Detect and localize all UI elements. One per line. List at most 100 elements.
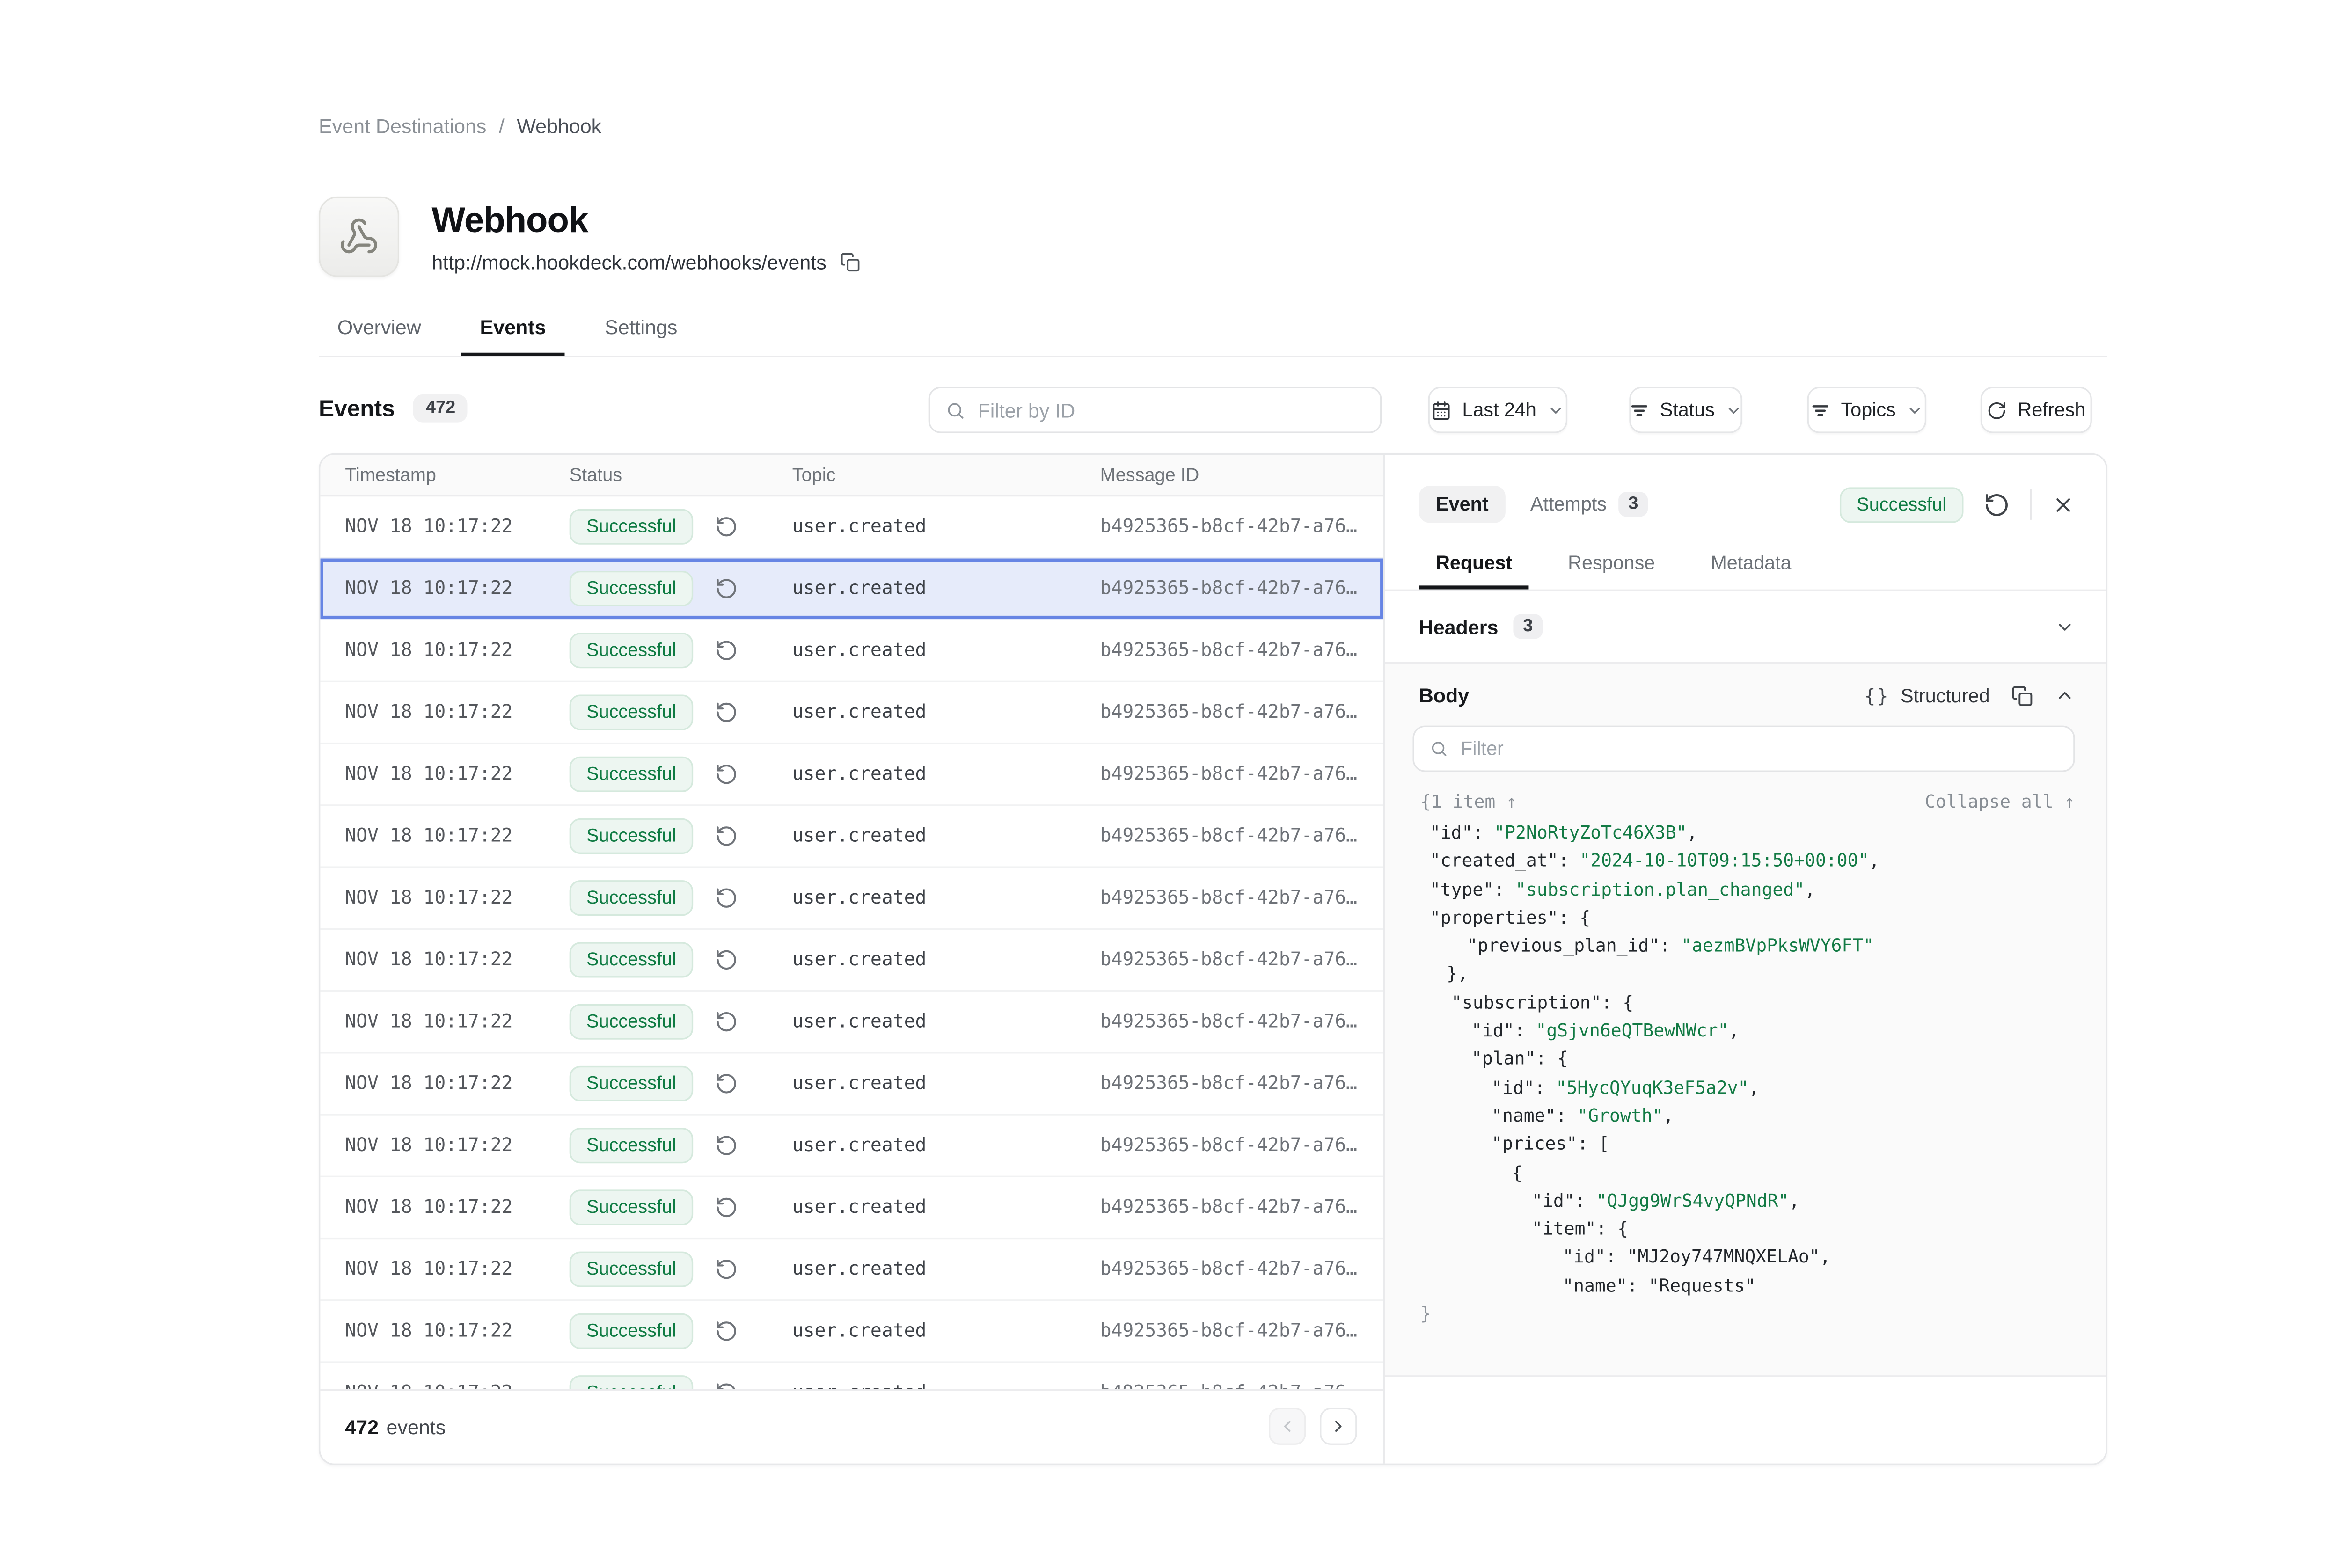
table-row[interactable]: NOV 18 10:17:22Successfuluser.createdb49… — [320, 620, 1383, 682]
copy-url-icon[interactable] — [840, 252, 860, 272]
json-line: "id": "gSjvn6eQTBewNWcr", — [1385, 1016, 2106, 1044]
retry-icon[interactable] — [715, 1009, 740, 1034]
search-input[interactable] — [978, 398, 1365, 422]
json-line: "previous_plan_id": "aezmBVpPksWVY6FT" — [1385, 932, 2106, 960]
row-timestamp: NOV 18 10:17:22 — [345, 1258, 569, 1280]
breadcrumb-event-destinations[interactable]: Event Destinations — [319, 115, 486, 138]
retry-icon[interactable] — [715, 762, 740, 787]
table-row[interactable]: NOV 18 10:17:22Successfuluser.createdb49… — [320, 496, 1383, 558]
body-filter-input[interactable] — [1461, 738, 2058, 759]
column-status: Status — [570, 464, 792, 486]
row-timestamp: NOV 18 10:17:22 — [345, 949, 569, 970]
collapse-body-chevron-up-icon[interactable] — [2055, 686, 2075, 706]
status-filter-label: Status — [1660, 399, 1715, 421]
refresh-icon — [1987, 400, 2007, 420]
refresh-button[interactable]: Refresh — [1981, 387, 2092, 433]
row-timestamp: NOV 18 10:17:22 — [345, 825, 569, 847]
destination-url: http://mock.hookdeck.com/webhooks/events — [431, 251, 826, 274]
row-topic: user.created — [792, 1011, 1100, 1032]
tab-overview[interactable]: Overview — [319, 302, 439, 356]
row-timestamp: NOV 18 10:17:22 — [345, 640, 569, 661]
retry-icon[interactable] — [715, 824, 740, 848]
tab-metadata[interactable]: Metadata — [1694, 543, 1808, 589]
retry-icon[interactable] — [715, 700, 740, 725]
collapse-all-button[interactable]: Collapse all ↑ — [1925, 790, 2075, 812]
retry-icon[interactable] — [715, 1257, 740, 1282]
row-topic: user.created — [792, 763, 1100, 785]
row-timestamp: NOV 18 10:17:22 — [345, 578, 569, 599]
row-status-badge: Successful — [570, 1313, 694, 1349]
body-filter-search[interactable] — [1412, 726, 2075, 772]
status-filter-button[interactable]: Status — [1629, 387, 1742, 433]
retry-icon[interactable] — [715, 1381, 740, 1389]
retry-icon[interactable] — [715, 638, 740, 663]
json-body-viewer[interactable]: "id": "P2NoRtyZoTc46X3B","created_at": "… — [1385, 818, 2106, 1328]
row-status-badge: Successful — [570, 757, 694, 792]
table-row[interactable]: NOV 18 10:17:22Successfuluser.createdb49… — [320, 1363, 1383, 1389]
row-message-id: b4925365-b8cf-42b7-a76… — [1100, 701, 1383, 723]
refresh-label: Refresh — [2018, 399, 2086, 421]
row-topic: user.created — [792, 1382, 1100, 1389]
tab-request[interactable]: Request — [1419, 543, 1529, 589]
row-message-id: b4925365-b8cf-42b7-a76… — [1100, 516, 1383, 537]
table-row[interactable]: NOV 18 10:17:22Successfuluser.createdb49… — [320, 1301, 1383, 1363]
row-topic: user.created — [792, 516, 1100, 537]
breadcrumb: Event Destinations / Webhook — [319, 115, 601, 138]
filter-by-id-search[interactable] — [929, 387, 1382, 433]
table-row[interactable]: NOV 18 10:17:22Successfuluser.createdb49… — [320, 806, 1383, 868]
row-message-id: b4925365-b8cf-42b7-a76… — [1100, 1135, 1383, 1156]
table-row[interactable]: NOV 18 10:17:22Successfuluser.createdb49… — [320, 682, 1383, 744]
tab-response[interactable]: Response — [1551, 543, 1672, 589]
events-table: Timestamp Status Topic Message ID NOV 18… — [320, 455, 1383, 1464]
retry-icon[interactable] — [715, 514, 740, 539]
panel-tab-event[interactable]: Event — [1419, 486, 1506, 523]
retry-icon[interactable] — [715, 1319, 740, 1343]
table-row[interactable]: NOV 18 10:17:22Successfuluser.createdb49… — [320, 1177, 1383, 1239]
table-row[interactable]: NOV 18 10:17:22Successfuluser.createdb49… — [320, 868, 1383, 930]
retry-icon[interactable] — [715, 1195, 740, 1220]
table-row[interactable]: NOV 18 10:17:22Successfuluser.createdb49… — [320, 1239, 1383, 1301]
copy-body-icon[interactable] — [2011, 685, 2033, 706]
next-page-button[interactable] — [1320, 1408, 1357, 1445]
json-item-summary[interactable]: {1 item ↑ — [1420, 790, 1517, 812]
topics-filter-button[interactable]: Topics — [1807, 387, 1927, 433]
row-timestamp: NOV 18 10:17:22 — [345, 1135, 569, 1156]
table-row[interactable]: NOV 18 10:17:22Successfuluser.createdb49… — [320, 930, 1383, 992]
table-row[interactable]: NOV 18 10:17:22Successfuluser.createdb49… — [320, 558, 1383, 620]
table-row[interactable]: NOV 18 10:17:22Successfuluser.createdb49… — [320, 992, 1383, 1053]
prev-page-button[interactable] — [1269, 1408, 1306, 1445]
breadcrumb-webhook[interactable]: Webhook — [517, 115, 601, 138]
headers-section-toggle[interactable]: Headers 3 — [1385, 591, 2106, 662]
row-status-badge: Successful — [570, 571, 694, 606]
row-timestamp: NOV 18 10:17:22 — [345, 763, 569, 785]
row-topic: user.created — [792, 640, 1100, 661]
table-row[interactable]: NOV 18 10:17:22Successfuluser.createdb49… — [320, 1053, 1383, 1115]
retry-event-icon[interactable] — [1983, 491, 2010, 518]
retry-icon[interactable] — [715, 1071, 740, 1096]
row-status-badge: Successful — [570, 880, 694, 916]
retry-icon[interactable] — [715, 1133, 740, 1158]
retry-icon[interactable] — [715, 948, 740, 972]
braces-icon: {} — [1864, 685, 1889, 706]
row-status-badge: Successful — [570, 633, 694, 668]
tab-events[interactable]: Events — [461, 302, 564, 356]
date-range-button[interactable]: Last 24h — [1428, 387, 1568, 433]
table-row[interactable]: NOV 18 10:17:22Successfuluser.createdb49… — [320, 744, 1383, 806]
close-icon[interactable] — [2052, 493, 2075, 516]
retry-icon[interactable] — [715, 576, 740, 601]
panel-tab-attempts[interactable]: Attempts 3 — [1530, 492, 1647, 517]
row-message-id: b4925365-b8cf-42b7-a76… — [1100, 1258, 1383, 1280]
json-line: "prices": [ — [1385, 1130, 2106, 1158]
json-line: "type": "subscription.plan_changed", — [1385, 875, 2106, 903]
retry-icon[interactable] — [715, 886, 740, 911]
row-timestamp: NOV 18 10:17:22 — [345, 701, 569, 723]
json-line: "item": { — [1385, 1215, 2106, 1243]
body-label: Body — [1419, 684, 1469, 707]
detail-tabs: Request Response Metadata — [1385, 543, 2106, 591]
tab-settings[interactable]: Settings — [586, 302, 696, 356]
table-row[interactable]: NOV 18 10:17:22Successfuluser.createdb49… — [320, 1116, 1383, 1177]
row-topic: user.created — [792, 887, 1100, 909]
chevron-down-icon — [1726, 401, 1742, 418]
structured-view-toggle[interactable]: {} Structured — [1864, 685, 1989, 706]
row-timestamp: NOV 18 10:17:22 — [345, 1196, 569, 1218]
